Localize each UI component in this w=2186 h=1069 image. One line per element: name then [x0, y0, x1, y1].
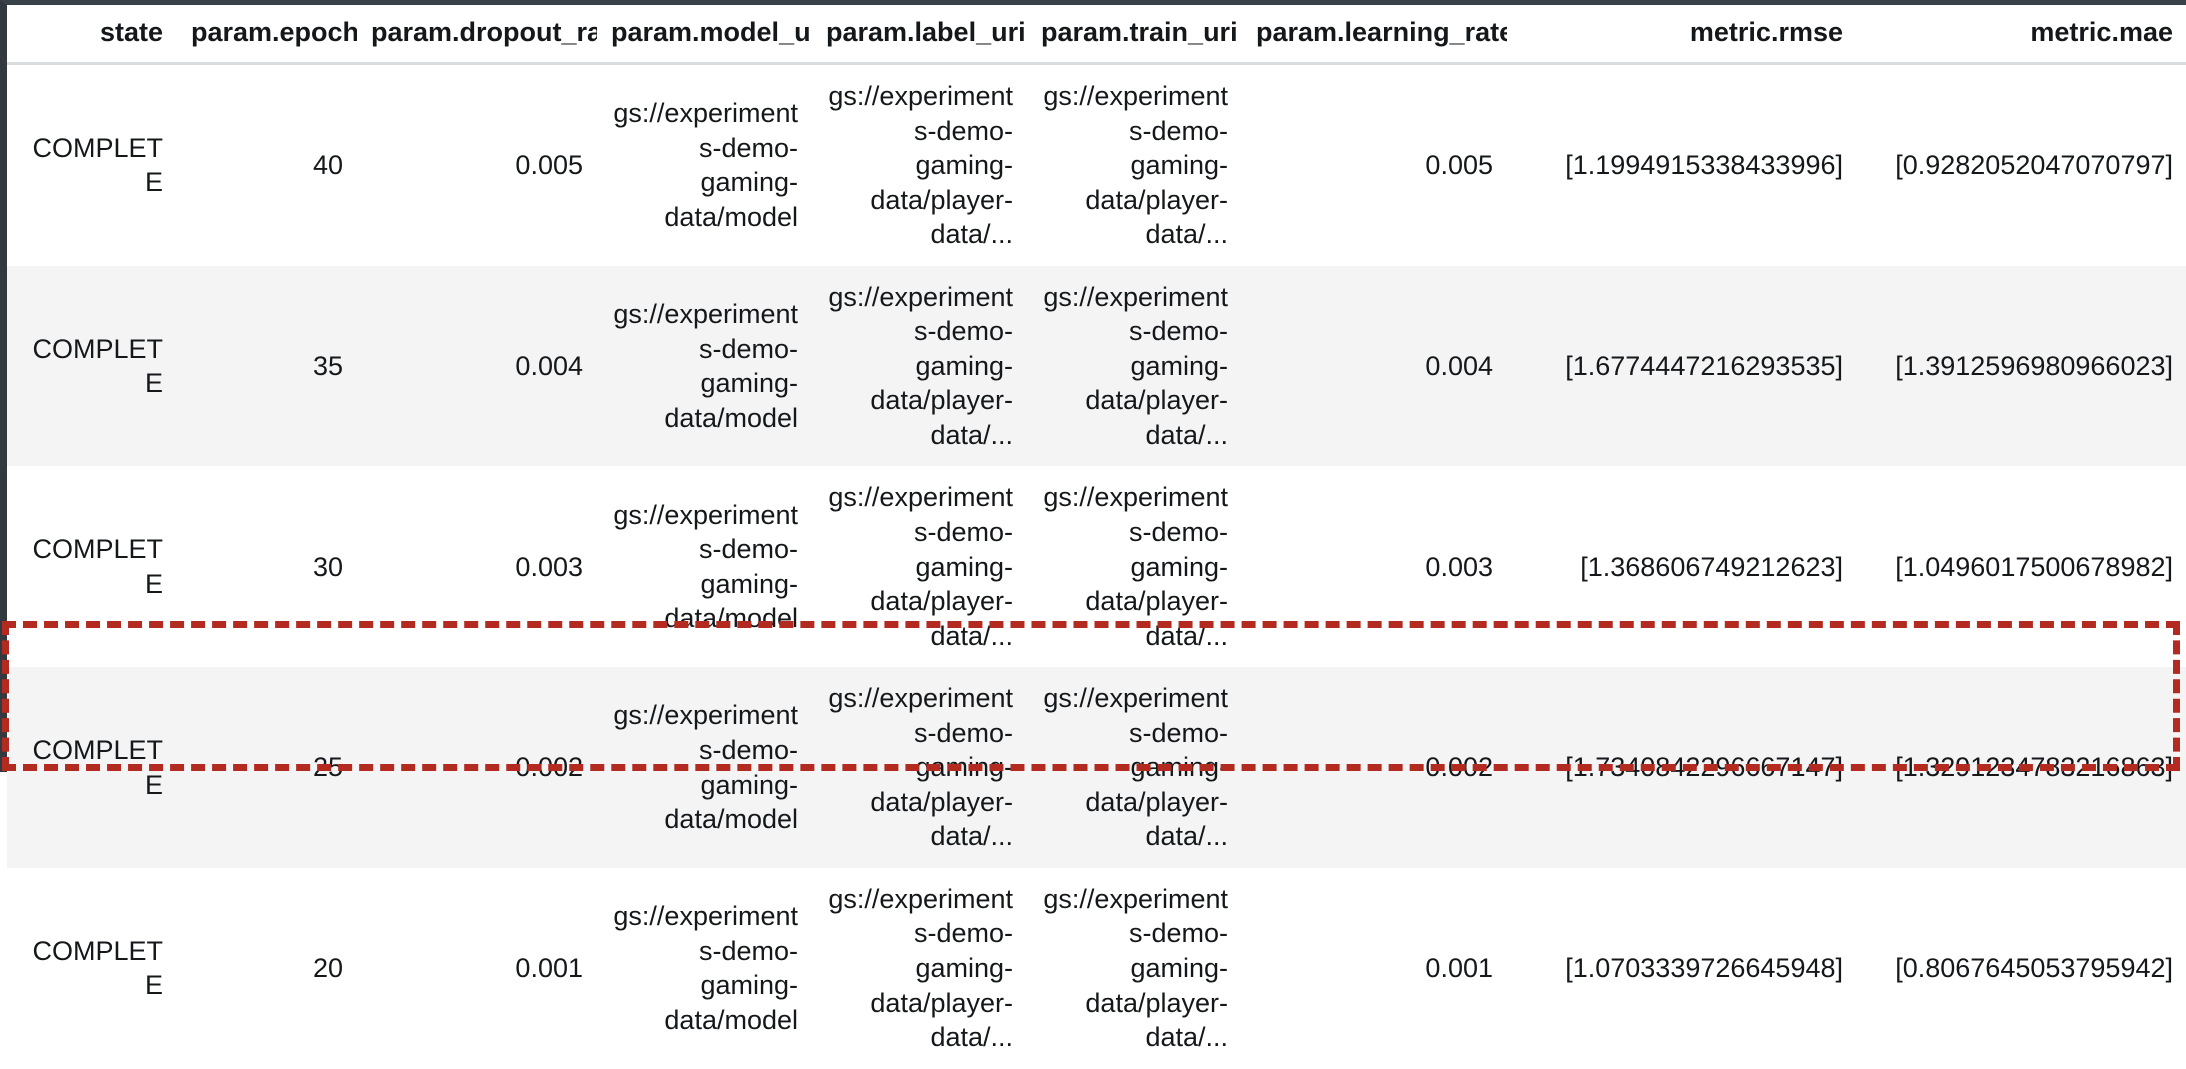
dataframe-table-frame: state param.epochs param.dropout_rate pa…: [0, 0, 2186, 1069]
column-header-param-epochs[interactable]: param.epochs: [177, 5, 357, 65]
cell-state: COMPLETE: [32, 735, 163, 800]
cell-param-label-uri: gs://experiments-demo-gaming-data/player…: [812, 64, 1027, 266]
table-body: COMPLETE 40 0.005 gs://experiments-demo-…: [7, 63, 2186, 1069]
cell-param-train-uri: gs://experiments-demo-gaming-data/player…: [1027, 266, 1242, 467]
uri-text: gs://experiments-demo-gaming-data/player…: [828, 883, 1013, 1053]
cell-param-train-uri: gs://experiments-demo-gaming-data/player…: [1027, 64, 1242, 266]
column-header-param-model-uri[interactable]: param.model_uri: [597, 5, 812, 65]
table-row[interactable]: COMPLETE 30 0.003 gs://experiments-demo-…: [7, 466, 2186, 668]
screenshot-root: state param.epochs param.dropout_rate pa…: [0, 0, 2186, 1069]
cell-param-learning-rate: 0.001: [1425, 953, 1493, 984]
column-header-param-learning-rate[interactable]: param.learning_rate: [1242, 5, 1507, 65]
cell-state: COMPLETE: [32, 132, 163, 198]
uri-text: gs://experiments-demo-gaming-data/player…: [828, 81, 1013, 250]
cell-param-learning-rate: 0.005: [1425, 150, 1493, 181]
cell-param-dropout-rate: 0.005: [515, 150, 583, 181]
column-header-param-dropout-rate[interactable]: param.dropout_rate: [357, 5, 597, 65]
uri-text: gs://experiments-demo-gaming-data/player…: [1043, 81, 1228, 250]
cell-param-dropout-rate: 0.001: [515, 953, 583, 984]
column-header-state[interactable]: state: [7, 5, 177, 65]
uri-text: gs://experiments-demo-gaming-data/model: [613, 299, 798, 433]
table-row-highlighted[interactable]: COMPLETE 20 0.001 gs://experiments-demo-…: [7, 867, 2186, 1069]
cell-param-train-uri: gs://experiments-demo-gaming-data/player…: [1027, 667, 1242, 868]
cell-state: COMPLETE: [32, 534, 163, 599]
cell-param-model-uri: gs://experiments-demo-gaming-data/model: [597, 667, 812, 868]
cell-param-epochs: 40: [312, 150, 343, 181]
cell-param-epochs: 20: [312, 953, 343, 984]
uri-text: gs://experiments-demo-gaming-data/player…: [1043, 683, 1228, 852]
cell-param-epochs: 30: [312, 551, 343, 582]
uri-text: gs://experiments-demo-gaming-data/player…: [828, 683, 1013, 852]
uri-text: gs://experiments-demo-gaming-data/player…: [828, 482, 1013, 651]
column-header-metric-rmse[interactable]: metric.rmse: [1507, 5, 1857, 65]
cell-param-learning-rate: 0.003: [1425, 551, 1493, 582]
uri-text: gs://experiments-demo-gaming-data/model: [613, 901, 798, 1035]
cell-metric-rmse: [1.6774447216293535]: [1565, 350, 1843, 381]
cell-param-learning-rate: 0.004: [1425, 350, 1493, 381]
cell-metric-rmse: [1.7340842296667147]: [1565, 752, 1843, 783]
table-row[interactable]: COMPLETE 35 0.004 gs://experiments-demo-…: [7, 265, 2186, 467]
column-header-param-train-uri[interactable]: param.train_uri: [1027, 5, 1242, 65]
cell-param-epochs: 35: [312, 350, 343, 381]
cell-param-model-uri: gs://experiments-demo-gaming-data/model: [597, 64, 812, 266]
cell-param-label-uri: gs://experiments-demo-gaming-data/player…: [812, 266, 1027, 467]
cell-param-epochs: 25: [312, 752, 343, 783]
cell-param-label-uri: gs://experiments-demo-gaming-data/player…: [812, 868, 1027, 1069]
uri-text: gs://experiments-demo-gaming-data/model: [613, 499, 798, 634]
cell-metric-mae: [1.0496017500678982]: [1895, 551, 2173, 582]
uri-text: gs://experiments-demo-gaming-data/player…: [828, 281, 1013, 450]
cell-metric-mae: [0.9282052047070797]: [1895, 150, 2173, 181]
uri-text: gs://experiments-demo-gaming-data/player…: [1043, 883, 1228, 1053]
uri-text: gs://experiments-demo-gaming-data/player…: [1043, 281, 1228, 450]
cell-param-dropout-rate: 0.002: [515, 752, 583, 783]
cell-state: COMPLETE: [32, 935, 163, 1001]
table-row[interactable]: COMPLETE 25 0.002 gs://experiments-demo-…: [7, 667, 2186, 868]
cell-param-learning-rate: 0.002: [1425, 752, 1493, 783]
table-header: state param.epochs param.dropout_rate pa…: [7, 5, 2186, 65]
cell-metric-rmse: [1.368606749212623]: [1580, 551, 1843, 582]
cell-param-dropout-rate: 0.004: [515, 350, 583, 381]
cell-state: COMPLETE: [32, 333, 163, 399]
cell-param-train-uri: gs://experiments-demo-gaming-data/player…: [1027, 466, 1242, 667]
cell-param-model-uri: gs://experiments-demo-gaming-data/model: [597, 266, 812, 467]
column-header-param-label-uri[interactable]: param.label_uri: [812, 5, 1027, 65]
column-header-metric-mae[interactable]: metric.mae: [1857, 5, 2186, 65]
cell-param-train-uri: gs://experiments-demo-gaming-data/player…: [1027, 868, 1242, 1069]
cell-metric-mae: [1.3912596980966023]: [1895, 350, 2173, 381]
table-header-row: state param.epochs param.dropout_rate pa…: [7, 5, 2186, 65]
uri-text: gs://experiments-demo-gaming-data/player…: [1043, 482, 1228, 651]
table-row[interactable]: COMPLETE 40 0.005 gs://experiments-demo-…: [7, 63, 2186, 266]
uri-text: gs://experiments-demo-gaming-data/model: [613, 700, 798, 835]
cell-metric-rmse: [1.0703339726645948]: [1565, 953, 1843, 984]
cell-param-dropout-rate: 0.003: [515, 551, 583, 582]
uri-text: gs://experiments-demo-gaming-data/model: [613, 98, 798, 232]
cell-param-model-uri: gs://experiments-demo-gaming-data/model: [597, 466, 812, 667]
experiment-runs-table: state param.epochs param.dropout_rate pa…: [7, 5, 2186, 1069]
cell-param-label-uri: gs://experiments-demo-gaming-data/player…: [812, 466, 1027, 667]
cell-metric-rmse: [1.1994915338433996]: [1565, 150, 1843, 181]
cell-param-model-uri: gs://experiments-demo-gaming-data/model: [597, 868, 812, 1069]
cell-metric-mae: [1.3291234783216863]: [1895, 752, 2173, 783]
cell-metric-mae: [0.8067645053795942]: [1895, 953, 2173, 984]
cell-param-label-uri: gs://experiments-demo-gaming-data/player…: [812, 667, 1027, 868]
